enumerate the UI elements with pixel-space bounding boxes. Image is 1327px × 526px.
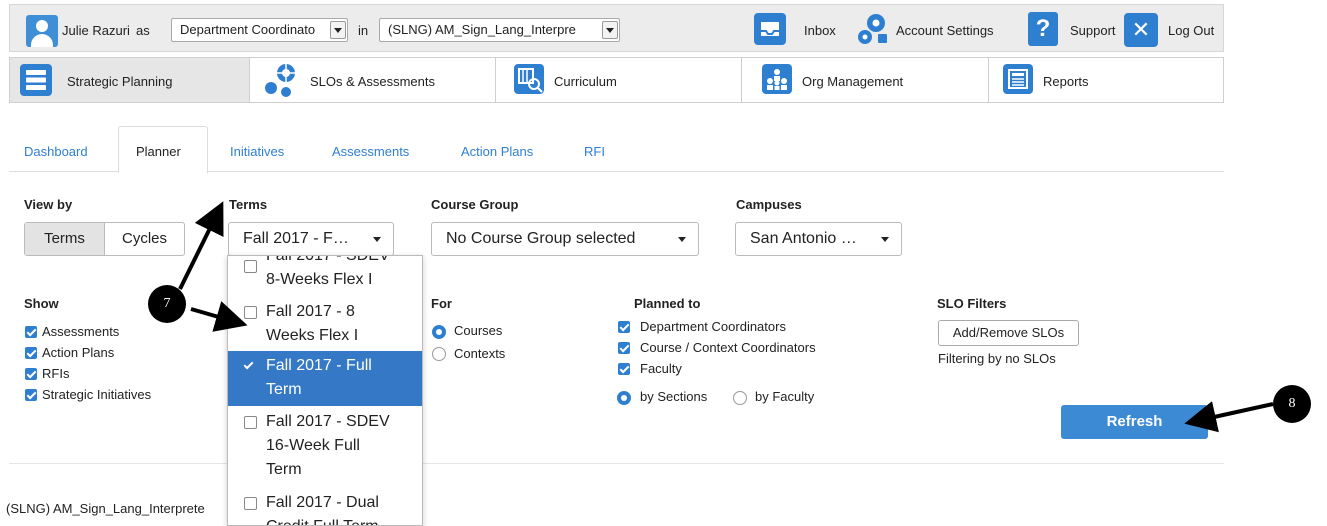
annotation-badge-7: 7 [148, 285, 186, 323]
arrow-to-menu-item [190, 301, 248, 332]
annotation-arrows [178, 201, 1274, 433]
arrow-to-terms [178, 201, 224, 290]
arrow-to-refresh [1184, 401, 1274, 433]
annotation-badge-8: 8 [1273, 385, 1311, 423]
